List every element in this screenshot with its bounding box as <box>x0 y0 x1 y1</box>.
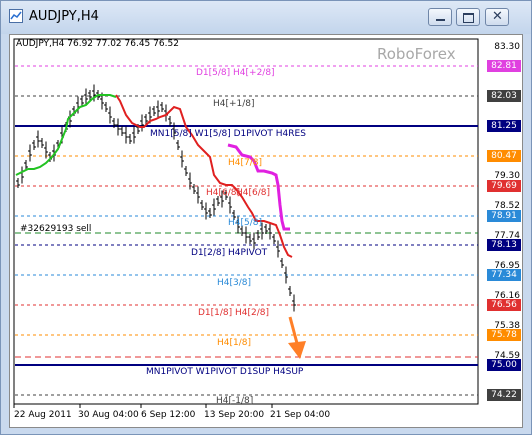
close-icon: ✕ <box>492 9 503 24</box>
price-badge: 76.56 <box>487 299 521 311</box>
level-label-mn1pivot: MN1PIVOT W1PIVOT D1SUP H4SUP <box>146 367 304 377</box>
level-label-d1-1-8: D1[1/8] H4[2/8] <box>198 308 270 318</box>
maximize-button[interactable] <box>456 8 480 26</box>
level-label-h4-3-8: H4[3/8] <box>217 278 252 288</box>
chart-area[interactable]: AUDJPY,H4 76.92 77.02 76.45 76.52 RoboFo… <box>9 34 523 428</box>
level-label-mn1-5-8: MN1[5/8] W1[5/8] D1PIVOT H4RES <box>150 129 306 139</box>
watermark: RoboForex <box>377 45 456 63</box>
order-label: #32629193 sell <box>20 224 92 234</box>
price-badge: 82.81 <box>487 60 521 72</box>
minimize-icon <box>436 19 445 21</box>
maximize-icon <box>463 13 474 23</box>
level-label-h4-m1-8: H4[-1/8] <box>216 396 254 406</box>
date-tick: 21 Sep 04:00 <box>270 410 331 420</box>
price-badge: 78.13 <box>487 239 521 251</box>
chart-header: AUDJPY,H4 76.92 77.02 76.45 76.52 <box>16 39 179 49</box>
date-tick: 22 Aug 2011 <box>14 410 72 420</box>
level-label-d1-2-8: D1[2/8] H4PIVOT <box>191 248 268 258</box>
close-button[interactable]: ✕ <box>485 8 509 26</box>
level-label-h4-1-8: H4[1/8] <box>217 338 252 348</box>
price-badge: 75.00 <box>487 359 521 371</box>
price-badge: 82.03 <box>487 90 521 102</box>
price-tick: 83.30 <box>494 42 520 52</box>
chart-window: AUDJPY,H4 ✕ AUDJPY,H4 76.92 77.02 76.45 … <box>0 0 532 435</box>
price-badge: 80.47 <box>487 150 521 162</box>
price-badge: 75.78 <box>487 329 521 341</box>
level-label-h4-p1-8: H4[+1/8] <box>213 99 255 109</box>
minimize-button[interactable] <box>428 8 452 26</box>
level-label-d1-5-8: D1[5/8] H4[+2/8] <box>196 68 275 78</box>
price-badge: 78.91 <box>487 210 521 222</box>
price-badge: 74.22 <box>487 389 521 401</box>
price-badge: 79.69 <box>487 180 521 192</box>
chart-icon <box>9 9 23 23</box>
price-badge: 77.34 <box>487 269 521 281</box>
level-label-h4-7-8: H4[7/8] <box>228 158 263 168</box>
date-tick: 30 Aug 04:00 <box>78 410 139 420</box>
window-title: AUDJPY,H4 <box>29 9 99 24</box>
title-bar[interactable]: AUDJPY,H4 ✕ <box>1 1 531 34</box>
date-tick: 13 Sep 20:00 <box>204 410 265 420</box>
level-label-h4-6-8: H4[6/8] <box>236 188 271 198</box>
level-label-h4-5-8: H4[5/8] <box>228 218 263 228</box>
level-label-h4-6-8-left: H4[6/8] <box>206 188 241 198</box>
price-badge: 81.25 <box>487 120 521 132</box>
date-tick: 6 Sep 12:00 <box>141 410 196 420</box>
